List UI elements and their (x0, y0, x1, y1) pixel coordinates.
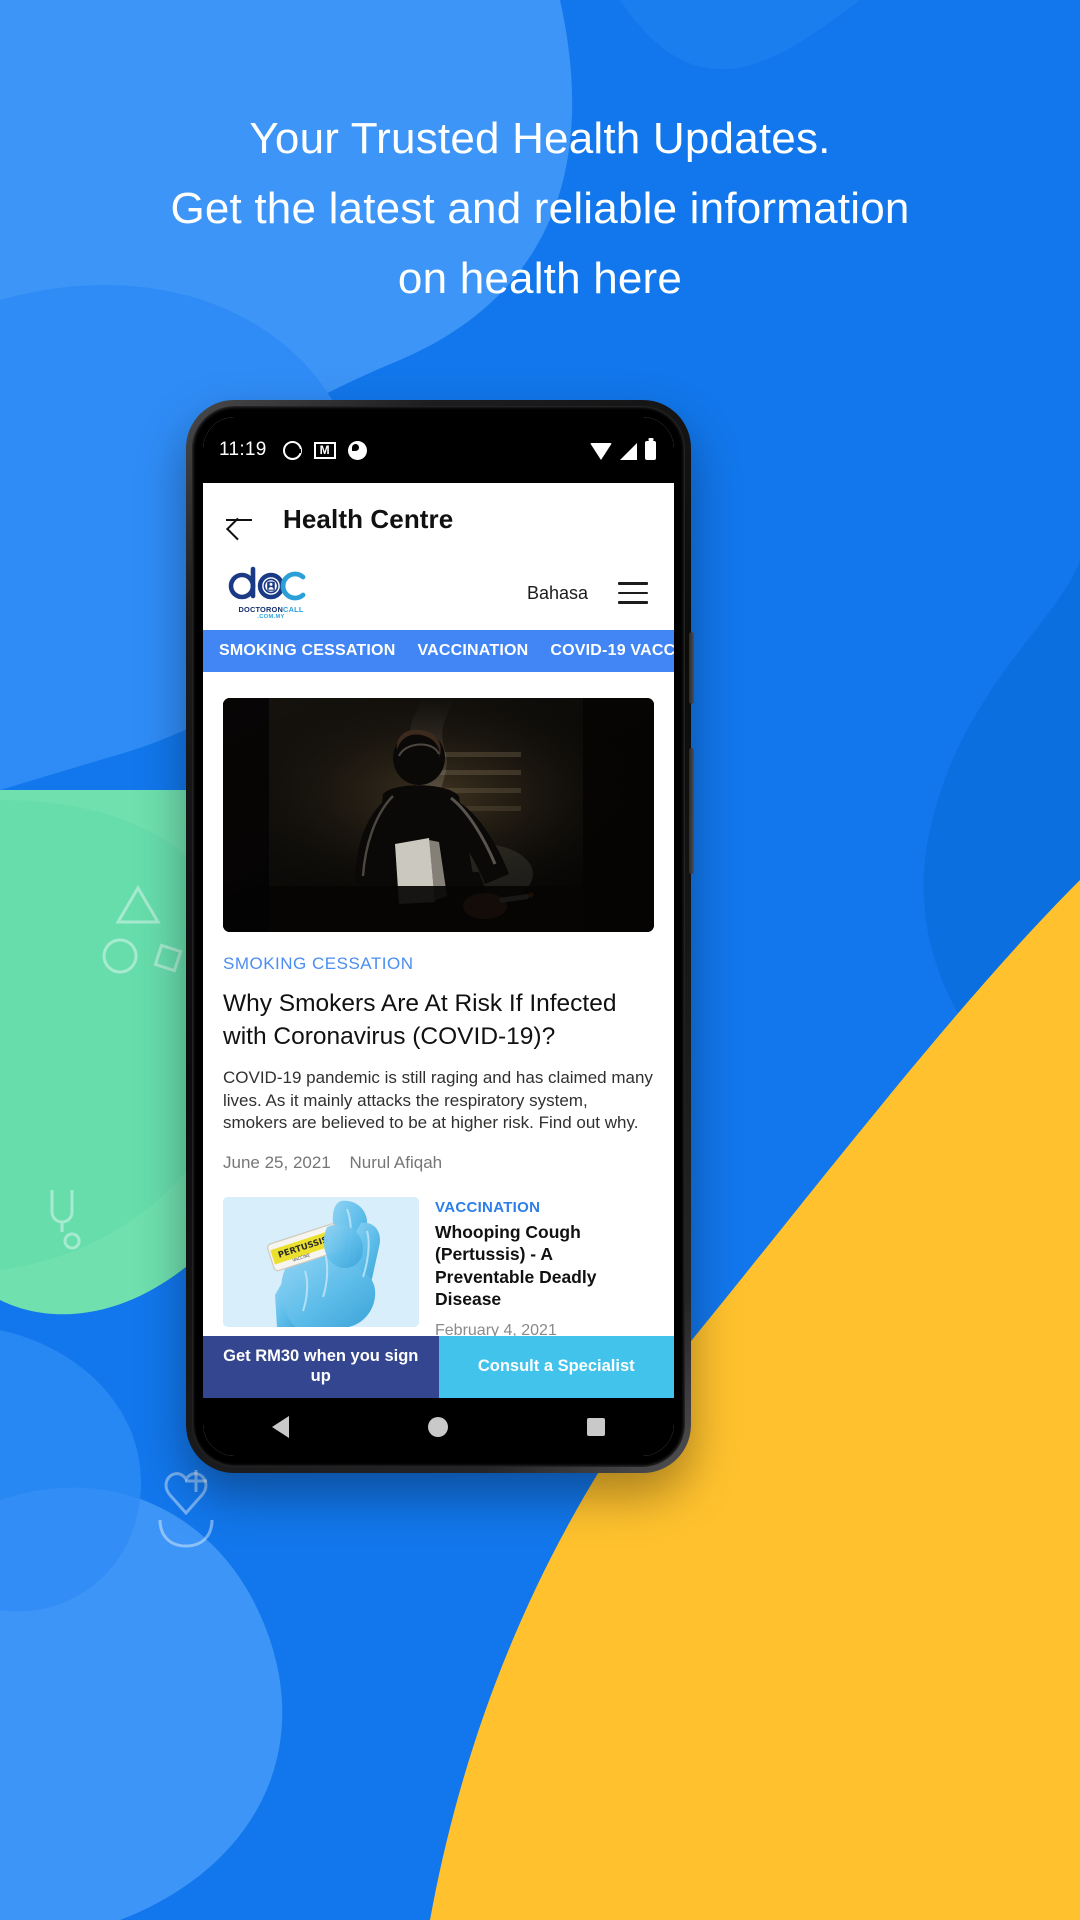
hamburger-menu-icon[interactable] (618, 582, 648, 604)
power-button[interactable] (689, 632, 694, 704)
category-tab-smoking-cessation[interactable]: SMOKING CESSATION (219, 642, 395, 660)
headline-line-3: on health here (397, 254, 683, 303)
signal-icon (620, 442, 637, 460)
status-notification-icons (282, 440, 367, 460)
featured-article-excerpt: COVID-19 pandemic is still raging and ha… (223, 1068, 653, 1133)
doctoroncall-logo[interactable]: DOCTORONCALL .COM.MY (227, 566, 315, 620)
list-item[interactable]: PERTUSSIS VACCINE VACCINATION Whooping C… (223, 1196, 654, 1336)
second-article-title[interactable]: Whooping Cough (Pertussis) - A Preventab… (435, 1221, 654, 1311)
headline-line-1: Your Trusted Health Updates. (249, 114, 831, 163)
nav-recents-icon[interactable] (586, 1418, 605, 1436)
featured-article-category[interactable]: SMOKING CESSATION (223, 954, 654, 974)
status-time: 11:19 (219, 439, 267, 460)
featured-article-meta: June 25, 2021 Nurul Afiqah (223, 1153, 654, 1173)
consult-specialist-button[interactable]: Consult a Specialist (438, 1336, 674, 1398)
second-article-thumbnail[interactable]: PERTUSSIS VACCINE (223, 1196, 419, 1327)
hamburger-line-3 (618, 601, 648, 604)
second-article-date: February 4, 2021 (435, 1321, 557, 1336)
status-system-icons (590, 440, 656, 460)
app-ui: 11:19 Health Centr (203, 417, 674, 1456)
category-tab-vaccination[interactable]: VACCINATION (417, 642, 528, 660)
featured-article-date: June 25, 2021 (223, 1152, 331, 1172)
brand-bar: DOCTORONCALL .COM.MY Bahasa (203, 556, 674, 630)
phone-mockup: 11:19 Health Centr (186, 400, 694, 1473)
promo-headline: Your Trusted Health Updates. Get the lat… (0, 104, 1080, 314)
promo-screenshot: Your Trusted Health Updates. Get the lat… (0, 0, 1080, 1920)
app-circle-icon (347, 440, 367, 460)
android-nav-bar (203, 1398, 674, 1456)
volume-button[interactable] (689, 748, 694, 874)
headline-line-2: Get the latest and reliable information (170, 184, 910, 233)
google-icon (282, 440, 302, 460)
hamburger-line-1 (618, 582, 648, 585)
signup-promo-button[interactable]: Get RM30 when you sign up (203, 1336, 439, 1398)
featured-article-image[interactable] (223, 698, 654, 932)
wifi-icon (590, 442, 612, 460)
gmail-icon (313, 441, 336, 459)
page-title: Health Centre (283, 504, 454, 534)
language-toggle[interactable]: Bahasa (527, 583, 588, 604)
category-nav[interactable]: SMOKING CESSATION VACCINATION COVID-19 V… (203, 630, 674, 672)
hamburger-line-2 (618, 591, 648, 595)
featured-article-title[interactable]: Why Smokers Are At Risk If Infected with… (223, 988, 654, 1053)
category-tab-covid-19-vaccine[interactable]: COVID-19 VACCINE (550, 642, 674, 660)
status-bar: 11:19 (203, 417, 674, 483)
nav-home-icon[interactable] (427, 1417, 448, 1437)
second-article-body: VACCINATION Whooping Cough (Pertussis) -… (435, 1197, 654, 1336)
battery-icon (645, 440, 656, 460)
logo-domain: .COM.MY (257, 613, 285, 620)
featured-article-author: Nurul Afiqah (349, 1152, 443, 1172)
nav-back-icon[interactable] (272, 1416, 290, 1438)
second-article-category[interactable]: VACCINATION (435, 1199, 654, 1216)
content-area: SMOKING CESSATION Why Smokers Are At Ris… (203, 672, 674, 1336)
phone-screen: 11:19 Health Centr (203, 417, 674, 1456)
cta-bar: Get RM30 when you sign up Consult a Spec… (203, 1336, 674, 1398)
app-bar: Health Centre (203, 483, 674, 556)
back-arrow-icon[interactable] (223, 504, 255, 536)
logo-mark-icon (227, 566, 315, 608)
